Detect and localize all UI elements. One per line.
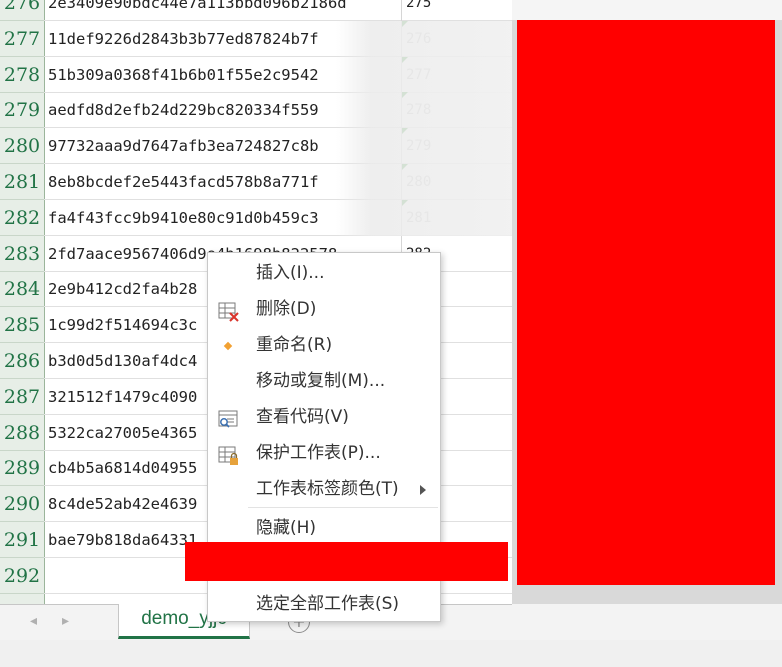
- menu-item-delete[interactable]: 删除(D): [208, 291, 440, 327]
- row-number[interactable]: 283: [0, 236, 44, 272]
- row-number[interactable]: 281: [0, 164, 44, 200]
- row-number[interactable]: 279: [0, 92, 44, 129]
- row-number[interactable]: 289: [0, 450, 44, 487]
- blurred-region: [336, 199, 512, 236]
- blurred-region: [336, 92, 512, 129]
- delete-sheet-icon: [218, 299, 240, 322]
- status-bar: [0, 640, 782, 667]
- menu-item-move-copy[interactable]: 移动或复制(M)...: [208, 363, 440, 399]
- row-number[interactable]: 286: [0, 343, 44, 379]
- row-number[interactable]: 277: [0, 21, 44, 57]
- row-number[interactable]: 284: [0, 271, 44, 308]
- row-number[interactable]: 288: [0, 415, 44, 451]
- menu-item-label: 选定全部工作表(S): [256, 594, 400, 614]
- submenu-arrow-icon: [420, 485, 426, 495]
- row-number[interactable]: 282: [0, 200, 44, 236]
- redacted-menu-item: [185, 542, 508, 581]
- right-pane-top: [512, 0, 782, 20]
- menu-item-label: 保护工作表(P)...: [256, 443, 381, 463]
- menu-item-label: 删除(D): [256, 299, 317, 319]
- rename-icon: [218, 335, 240, 355]
- menu-item-label: 插入(I)...: [256, 263, 325, 283]
- blurred-region: [336, 56, 512, 93]
- cell-index[interactable]: 275: [402, 0, 512, 21]
- cell-id[interactable]: 2e3409e90bdc44e7a113bbd096b2186d: [44, 0, 402, 21]
- tab-scroll-left-icon[interactable]: ◂: [30, 613, 37, 629]
- row-number[interactable]: 280: [0, 128, 44, 165]
- menu-item-view-code[interactable]: 查看代码(V): [208, 399, 440, 435]
- menu-item-hide[interactable]: 隐藏(H): [208, 510, 440, 546]
- blurred-region: [336, 20, 512, 57]
- menu-item-label: 隐藏(H): [256, 518, 317, 538]
- row-number[interactable]: 287: [0, 379, 44, 415]
- row-number[interactable]: 291: [0, 522, 44, 558]
- menu-separator: [248, 507, 438, 508]
- view-code-icon: [218, 407, 240, 428]
- menu-item-label: 查看代码(V): [256, 407, 349, 427]
- menu-item-label: 移动或复制(M)...: [256, 371, 386, 391]
- menu-item-label: 重命名(R): [256, 335, 333, 355]
- row-number[interactable]: 285: [0, 307, 44, 344]
- row-number[interactable]: 278: [0, 57, 44, 93]
- menu-item-select-all-sheets[interactable]: 选定全部工作表(S): [208, 586, 440, 622]
- tab-scroll-right-icon[interactable]: ▸: [62, 613, 69, 629]
- menu-item-insert[interactable]: 插入(I)...: [208, 255, 440, 291]
- row-number[interactable]: 293: [0, 594, 44, 604]
- row-number[interactable]: 290: [0, 486, 44, 523]
- table-row: 2e3409e90bdc44e7a113bbd096b2186d 275: [44, 0, 512, 21]
- blurred-region: [336, 128, 512, 165]
- blurred-region: [336, 164, 512, 200]
- redacted-region-right: [517, 20, 775, 585]
- row-number[interactable]: 276: [0, 0, 44, 21]
- protect-sheet-icon: [218, 443, 240, 465]
- menu-item-rename[interactable]: 重命名(R): [208, 327, 440, 363]
- row-number[interactable]: 292: [0, 558, 44, 594]
- menu-item-protect-sheet[interactable]: 保护工作表(P)...: [208, 435, 440, 471]
- menu-item-tab-color[interactable]: 工作表标签颜色(T): [208, 471, 440, 507]
- menu-item-label: 工作表标签颜色(T): [256, 479, 399, 499]
- row-header-column[interactable]: 276 277 278 279 280 281 282 283 284 285 286 287 288 2…: [0, 0, 45, 604]
